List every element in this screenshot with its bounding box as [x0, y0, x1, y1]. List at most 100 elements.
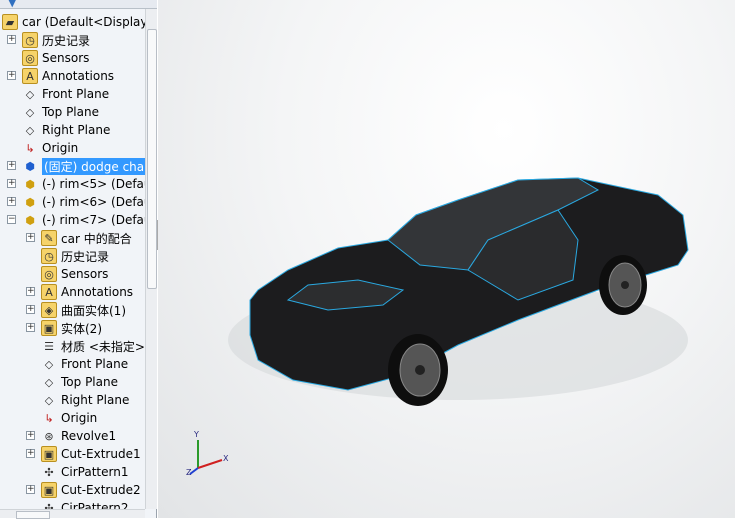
surface-bodies-icon: ◈ [41, 302, 57, 318]
tree-item[interactable]: ◎ Sensors [22, 49, 89, 67]
tree-item[interactable]: ◎ Sensors [41, 265, 108, 283]
cut-extrude-icon: ▣ [41, 446, 57, 462]
tree-item-label: 曲面实体(1) [61, 303, 126, 318]
tree-filter-bar: ▼ [0, 0, 157, 9]
vertical-scrollbar[interactable] [145, 9, 157, 509]
expand-toggle[interactable]: + [26, 323, 35, 332]
tree-item[interactable]: + A Annotations [26, 283, 134, 301]
filter-icon[interactable]: ▼ [8, 0, 16, 9]
tree-item[interactable]: ◇ Top Plane [41, 373, 118, 391]
sensors-folder-icon: ◎ [41, 266, 57, 282]
tree-item[interactable]: ☰ 材质 <未指定> [41, 337, 145, 355]
part-blue-icon: ⬢ [25, 159, 35, 173]
tree-item-label: (固定) dodge cha [42, 157, 145, 175]
cut-extrude-icon: ▣ [41, 482, 57, 498]
x-axis-label: X [223, 454, 229, 463]
tree-item[interactable]: + ▣ 实体(2) [26, 319, 102, 337]
scrollbar-thumb[interactable] [147, 29, 157, 289]
tree-item-label: 历史记录 [61, 249, 110, 264]
tree-item[interactable]: ↳ Origin [22, 139, 78, 157]
tree-item-label: Annotations [42, 69, 115, 83]
expand-toggle[interactable]: + [7, 197, 16, 206]
tree-item-label: Right Plane [61, 393, 130, 407]
tree-item[interactable]: ▰ car (Default<Display [2, 13, 145, 31]
tree-item[interactable]: ↳ Origin [41, 409, 97, 427]
tree-item[interactable]: + A Annotations [7, 67, 115, 85]
expand-toggle[interactable]: + [26, 287, 35, 296]
tree-item[interactable]: + ▣ Cut-Extrude1 [26, 445, 141, 463]
expand-toggle[interactable]: + [26, 233, 35, 242]
revolve-icon: ⊛ [44, 429, 54, 443]
expand-toggle[interactable]: + [26, 485, 35, 494]
assembly-icon: ▰ [2, 14, 18, 30]
plane-icon: ◇ [25, 105, 35, 119]
history-folder-icon: ◷ [22, 32, 38, 48]
front-wheel [388, 334, 448, 406]
tree-item[interactable]: + ⊛ Revolve1 [26, 427, 116, 445]
part-yellow-icon: ⬢ [25, 177, 35, 191]
tree-item-label: Top Plane [61, 375, 118, 389]
tree-item-label: 实体(2) [61, 321, 102, 336]
tree-item-label: (-) rim<7> (Defau [42, 213, 145, 227]
expand-toggle[interactable]: + [26, 305, 35, 314]
sensors-folder-icon: ◎ [22, 50, 38, 66]
material-icon: ☰ [44, 339, 54, 353]
plane-icon: ◇ [44, 393, 54, 407]
origin-icon: ↳ [25, 141, 35, 155]
expand-toggle[interactable]: + [7, 179, 16, 188]
origin-icon: ↳ [44, 411, 54, 425]
car-model[interactable] [158, 0, 735, 518]
graphics-viewport[interactable]: Y X Z [158, 0, 735, 518]
tree-item[interactable]: ◇ Right Plane [41, 391, 130, 409]
tree-item-label: Origin [61, 411, 98, 425]
plane-icon: ◇ [44, 357, 54, 371]
tree-item[interactable]: ✣ CirPattern1 [41, 463, 128, 481]
expand-toggle[interactable]: − [7, 215, 16, 224]
tree-item-label: (-) rim<6> (Defau [42, 195, 145, 209]
coordinate-triad: Y X Z [186, 430, 231, 477]
tree-item[interactable]: + ▣ Cut-Extrude2 [26, 481, 141, 499]
tree-item-label: CirPattern1 [61, 465, 129, 479]
tree-item-label: Sensors [42, 51, 90, 65]
tree-item[interactable]: + ◷ 历史记录 [7, 31, 91, 49]
tree-item[interactable]: + ⬢ (固定) dodge cha [7, 157, 145, 175]
y-axis-label: Y [194, 430, 199, 439]
horizontal-scrollbar[interactable] [0, 509, 145, 519]
tree-item-label: (-) rim<5> (Defau [42, 177, 145, 191]
z-axis-label: Z [186, 468, 192, 477]
tree-item[interactable]: + ✎ car 中的配合 [26, 229, 132, 247]
expand-toggle[interactable]: + [7, 161, 16, 170]
solid-bodies-icon: ▣ [41, 320, 57, 336]
tree-item-label: Right Plane [42, 123, 111, 137]
tree-item-label: car (Default<Display [22, 15, 145, 29]
rear-wheel [599, 255, 647, 315]
tree-item[interactable]: − ⬢ (-) rim<7> (Defau [7, 211, 145, 229]
tree-item-label: 历史记录 [42, 33, 91, 48]
tree-item[interactable]: ◇ Top Plane [22, 103, 99, 121]
plane-icon: ◇ [25, 87, 35, 101]
tree-item-label: Front Plane [42, 87, 110, 101]
tree-item[interactable]: + ◈ 曲面实体(1) [26, 301, 126, 319]
tree-item[interactable]: ◇ Front Plane [22, 85, 109, 103]
part-yellow-icon: ⬢ [25, 213, 35, 227]
expand-toggle[interactable]: + [7, 35, 16, 44]
circular-pattern-icon: ✣ [44, 465, 54, 479]
tree-item[interactable]: ◇ Right Plane [22, 121, 111, 139]
tree-item[interactable]: + ⬢ (-) rim<6> (Defau [7, 193, 145, 211]
expand-toggle[interactable]: + [26, 431, 35, 440]
tree-item-label: Sensors [61, 267, 109, 281]
tree-item-label: 材质 <未指定> [61, 339, 145, 354]
tree-item[interactable]: + ⬢ (-) rim<5> (Defau [7, 175, 145, 193]
annotations-icon: A [22, 68, 38, 84]
plane-icon: ◇ [44, 375, 54, 389]
tree-item-label: Front Plane [61, 357, 129, 371]
expand-toggle[interactable]: + [26, 449, 35, 458]
feature-tree: ▰ car (Default<Display + ◷ 历史记录 ◎ Sensors + A Ann… [0, 13, 145, 513]
tree-item-label: Origin [42, 141, 79, 155]
expand-toggle[interactable]: + [7, 71, 16, 80]
tree-item[interactable]: ◷ 历史记录 [41, 247, 109, 265]
tree-item-label: Annotations [61, 285, 134, 299]
tree-item-label: Top Plane [42, 105, 99, 119]
tree-item[interactable]: ◇ Front Plane [41, 355, 128, 373]
history-folder-icon: ◷ [41, 248, 57, 264]
